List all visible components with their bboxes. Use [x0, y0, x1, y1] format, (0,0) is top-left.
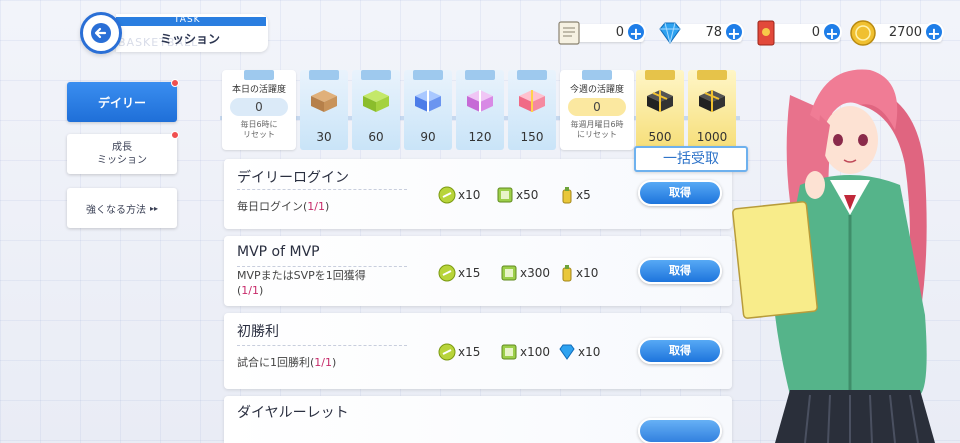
- notification-dot: [171, 79, 179, 87]
- reward-box-90[interactable]: 90: [404, 70, 452, 150]
- mission-title: 初勝利: [237, 324, 279, 340]
- double-chevron-right-icon: ▸▸: [149, 203, 159, 213]
- reward-item: x15: [438, 264, 480, 282]
- reward-threshold: 120: [468, 130, 492, 144]
- mission-title: デイリーログイン: [237, 170, 349, 186]
- clip: [465, 70, 495, 80]
- purple-gift-icon: [467, 90, 493, 112]
- mission-card: MVP of MVP MVPまたはSVPを1回獲得 (1/1) x15 x300 …: [224, 236, 732, 306]
- black-gold-gift-icon: [647, 90, 673, 112]
- clip: [582, 70, 612, 80]
- divider: [237, 189, 407, 190]
- back-button[interactable]: [80, 12, 122, 54]
- mission-description: 試合に1回勝利(1/1): [237, 356, 337, 369]
- diamond-icon: [559, 344, 575, 360]
- currency-ticket: 0 +: [555, 20, 650, 46]
- add-card-button[interactable]: +: [822, 22, 842, 43]
- currency-card: 0 +: [752, 20, 844, 46]
- clip: [244, 70, 274, 80]
- brown-chest-icon: [311, 90, 337, 112]
- reward-box-30[interactable]: 30: [300, 70, 348, 150]
- claim-button[interactable]: [638, 418, 722, 443]
- activity-progress-row: 本日の活躍度 0 毎日6時に リセット 30 60 90 120 150 今週の…: [220, 64, 740, 152]
- add-coin-button[interactable]: +: [924, 22, 944, 43]
- tab-growth-mission[interactable]: 成長 ミッション: [67, 131, 179, 174]
- mission-title: MVP of MVP: [237, 244, 320, 260]
- reward-item: x5: [560, 186, 591, 204]
- clip: [645, 70, 675, 80]
- bottle-icon: [562, 265, 572, 282]
- tab-how-to-strengthen[interactable]: 強くなる方法 ▸▸: [67, 188, 177, 228]
- reward-item: x10: [560, 264, 598, 282]
- coin-icon: [850, 20, 876, 46]
- green-coin-icon: [438, 343, 456, 361]
- reward-item: x300: [500, 264, 550, 282]
- add-diamond-button[interactable]: +: [724, 22, 744, 43]
- clip: [413, 70, 443, 80]
- clip: [361, 70, 391, 80]
- daily-reset-note: 毎日6時に リセット: [240, 120, 278, 139]
- reward-box-150[interactable]: 150: [508, 70, 556, 150]
- reward-threshold: 150: [520, 130, 544, 144]
- reward-threshold: 500: [648, 130, 672, 144]
- divider: [237, 345, 407, 346]
- pink-gift-icon: [519, 90, 545, 112]
- clip: [517, 70, 547, 80]
- mission-description: MVPまたはSVPを1回獲得 (1/1): [237, 269, 366, 297]
- tab-growth-label: 成長 ミッション: [97, 142, 147, 166]
- weekly-activity-value: 0: [568, 98, 626, 116]
- tab-strengthen-label: 強くなる方法: [85, 204, 146, 216]
- reward-item: x50: [496, 186, 538, 204]
- add-ticket-button[interactable]: +: [626, 22, 646, 43]
- tab-daily-label: デイリー: [97, 95, 146, 110]
- green-chest-icon: [363, 90, 389, 112]
- reward-box-60[interactable]: 60: [352, 70, 400, 150]
- weekly-reset-note: 毎週月曜日6時 にリセット: [570, 120, 624, 139]
- reward-box-500[interactable]: 500: [636, 70, 684, 150]
- reward-threshold: 90: [420, 130, 436, 144]
- arrow-left-icon: [91, 23, 111, 43]
- notification-dot: [171, 131, 179, 139]
- currency-coin: 2700 +: [850, 20, 945, 46]
- clip: [309, 70, 339, 80]
- reward-item: x15: [438, 343, 480, 361]
- diamond-icon: [659, 22, 681, 44]
- blue-gift-icon: [415, 90, 441, 112]
- ticket-card-icon: [501, 265, 517, 281]
- claim-button[interactable]: 取得: [638, 180, 722, 206]
- reward-threshold: 30: [316, 130, 332, 144]
- currency-diamond: 78 +: [656, 20, 746, 46]
- daily-activity-label: 本日の活躍度: [231, 85, 286, 95]
- task-tag: TASK: [174, 15, 201, 25]
- reward-box-120[interactable]: 120: [456, 70, 504, 150]
- ticket-card-icon: [497, 187, 513, 203]
- claim-button[interactable]: 取得: [638, 258, 722, 284]
- daily-activity-value: 0: [230, 98, 288, 116]
- character-illustration: [732, 69, 935, 443]
- green-coin-icon: [438, 186, 456, 204]
- weekly-activity-label: 今週の活躍度: [569, 85, 624, 95]
- divider: [237, 266, 407, 267]
- mission-card: ダイヤルーレット: [224, 396, 732, 443]
- ticket-icon: [558, 21, 580, 45]
- weekly-activity-card: 今週の活躍度 0 毎週月曜日6時 にリセット: [560, 70, 634, 150]
- ticket-card-icon: [501, 344, 517, 360]
- bottle-icon: [562, 187, 572, 204]
- reward-threshold: 60: [368, 130, 384, 144]
- reward-item: x100: [500, 343, 550, 361]
- card-icon: [757, 20, 775, 46]
- mission-title: ダイヤルーレット: [237, 405, 349, 421]
- mission-card: 初勝利 試合に1回勝利(1/1) x15 x100 x10 取得: [224, 313, 732, 389]
- page-title-panel: TASK BASKETBALL ミッション: [116, 14, 268, 52]
- green-coin-icon: [438, 264, 456, 282]
- reward-item: x10: [438, 186, 480, 204]
- tab-daily[interactable]: デイリー: [67, 79, 179, 122]
- page-title: ミッション: [160, 32, 221, 46]
- reward-item: x10: [558, 343, 600, 361]
- daily-activity-card: 本日の活躍度 0 毎日6時に リセット: [222, 70, 296, 150]
- claim-button[interactable]: 取得: [638, 338, 722, 364]
- mission-description: 毎日ログイン(1/1): [237, 200, 330, 213]
